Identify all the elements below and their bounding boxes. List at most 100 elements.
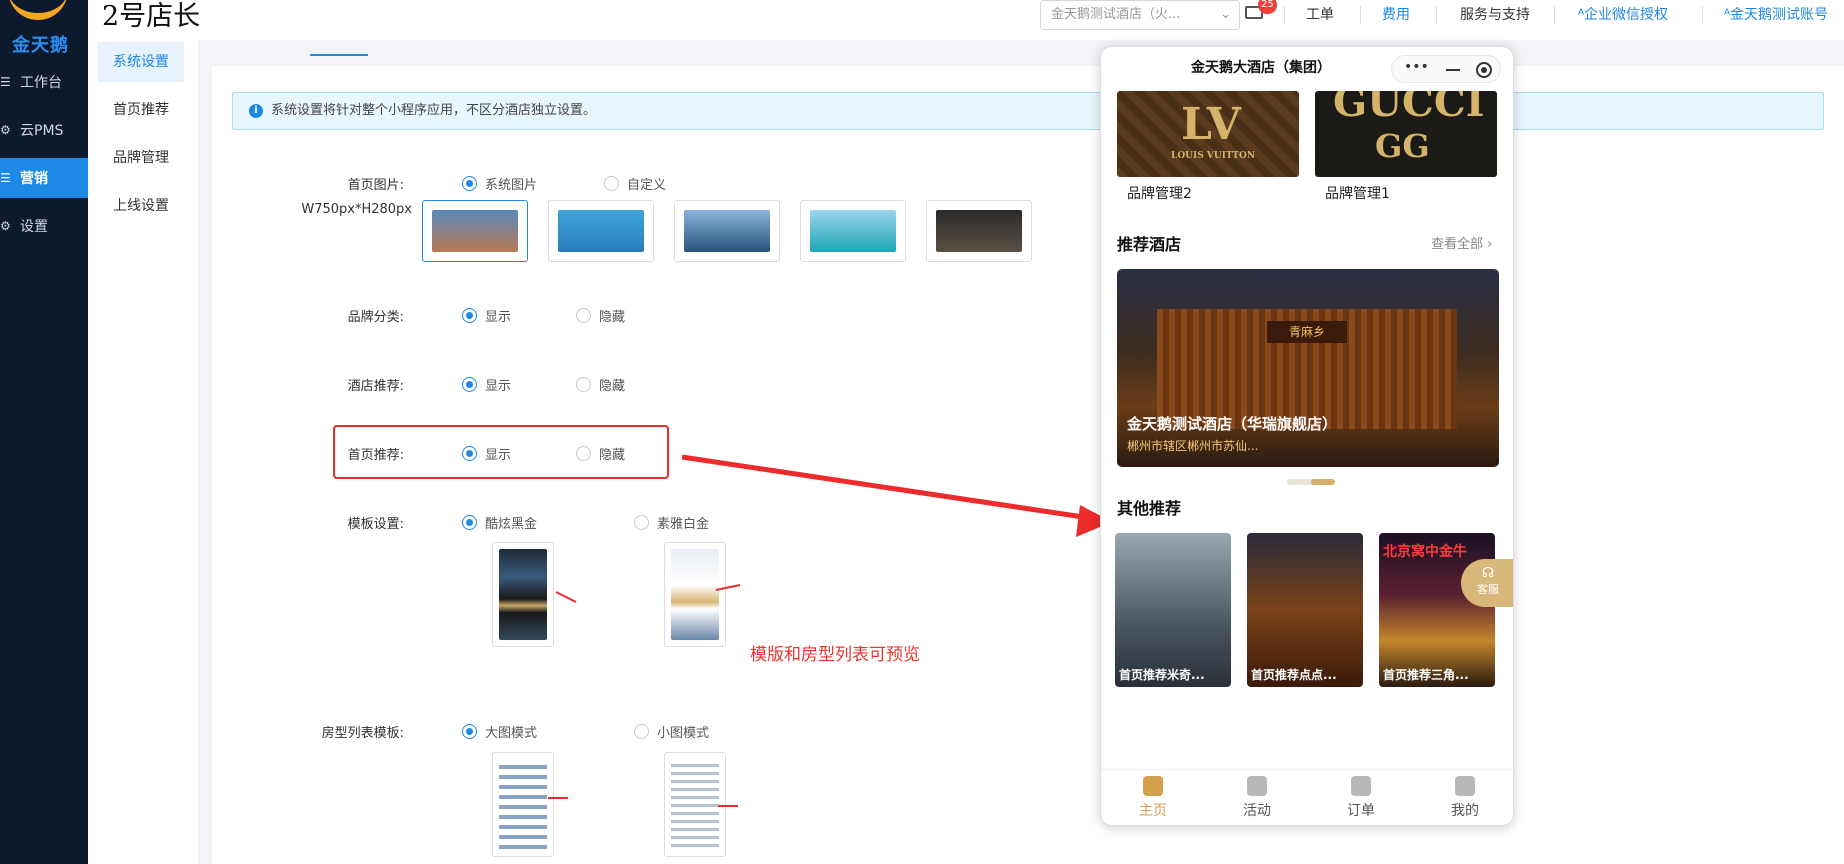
link-fee[interactable]: 费用 <box>1382 4 1410 26</box>
nav-item-cloud-pms[interactable]: ⚙ 云PMS <box>0 110 88 150</box>
hotel-select[interactable]: 金天鹅测试酒店（火... ⌄ <box>1040 0 1240 30</box>
hotel-banner[interactable]: 青麻乡 金天鹅测试酒店（华瑞旗舰店） 郴州市辖区郴州市苏仙... <box>1117 269 1499 467</box>
radio-unchecked-icon <box>634 515 649 530</box>
tab-mine[interactable]: 我的 <box>1425 776 1505 820</box>
tab-activity[interactable]: 活动 <box>1217 776 1297 820</box>
radio-checked-icon <box>462 446 477 461</box>
preview-image <box>499 549 547 640</box>
info-icon: i <box>249 104 263 118</box>
image-thumbnail <box>810 210 896 252</box>
preview-image <box>671 549 719 640</box>
mini-program-capsule: ••• <box>1391 55 1501 83</box>
brand-card-gucci[interactable]: GUCCI GG <box>1315 91 1497 177</box>
hotel-sign: 青麻乡 <box>1267 321 1347 343</box>
message-button[interactable]: 25 <box>1240 0 1277 24</box>
tab-home[interactable]: 主页 <box>1113 776 1193 820</box>
submenu-system-settings[interactable]: 系统设置 <box>98 42 184 82</box>
nav-item-label: 营销 <box>20 171 48 187</box>
radio-brand-hide[interactable]: 隐藏 <box>576 306 625 325</box>
nav-item-settings[interactable]: ⚙ 设置 <box>0 206 88 246</box>
radio-unchecked-icon <box>604 176 619 191</box>
close-target-icon[interactable] <box>1476 62 1492 78</box>
template-label: 模板设置: <box>347 517 404 532</box>
radio-hotel-rec-show[interactable]: 显示 <box>462 375 511 394</box>
home-image-option-3[interactable] <box>674 200 780 262</box>
link-ticket[interactable]: 工单 <box>1306 4 1334 26</box>
submenu-brand-manage[interactable]: 品牌管理 <box>98 138 184 178</box>
radio-home-rec-hide[interactable]: 隐藏 <box>576 444 625 463</box>
link-wechat-auth[interactable]: ᴬ企业微信授权 <box>1578 4 1668 26</box>
radio-big-mode[interactable]: 大图模式 <box>462 722 537 741</box>
other-card-3[interactable]: 北京窝中金牛 首页推荐三角... <box>1379 533 1495 687</box>
logo-swan-icon <box>8 0 68 20</box>
big-mode-preview[interactable] <box>492 752 554 857</box>
app-root: 金天鹅 ☰ 工作台 ⚙ 云PMS ☰ 营销 ⚙ 设置 2号店长 金天鹅测试酒店（… <box>0 0 1844 864</box>
shop-title: 2号店长 <box>102 1 201 32</box>
brand-sub-text: GG <box>1375 127 1430 165</box>
other-card-name: 首页推荐点点... <box>1251 668 1337 682</box>
template-white-preview[interactable] <box>664 542 726 647</box>
top-header: 2号店长 金天鹅测试酒店（火... ⌄ 25 工单 费用 服务与支持 ᴬ企业微信… <box>88 0 1844 40</box>
divider <box>1436 6 1437 24</box>
home-image-option-1[interactable] <box>422 200 528 262</box>
radio-unchecked-icon <box>576 308 591 323</box>
radio-checked-icon <box>462 176 477 191</box>
submenu-online-settings[interactable]: 上线设置 <box>98 186 184 226</box>
radio-system-image[interactable]: 系统图片 <box>462 174 537 193</box>
list-icon: ☰ <box>0 75 11 89</box>
other-card-2[interactable]: 首页推荐点点... <box>1247 533 1363 687</box>
notice-text: 系统设置将针对整个小程序应用，不区分酒店独立设置。 <box>271 103 597 118</box>
brand-name: 品牌管理1 <box>1325 186 1390 202</box>
image-thumbnail <box>432 210 518 252</box>
message-count-badge: 25 <box>1258 0 1277 14</box>
small-mode-preview[interactable] <box>664 752 726 857</box>
home-recommend-label: 首页推荐: <box>347 448 404 463</box>
other-card-1[interactable]: 首页推荐米奇... <box>1115 533 1231 687</box>
tab-orders[interactable]: 订单 <box>1321 776 1401 820</box>
recommend-hotel-title: 推荐酒店 <box>1117 235 1182 254</box>
brand-logo-text: LV <box>1181 99 1241 150</box>
phone-preview: 金天鹅大酒店（集团） ••• LV LOUIS VUITTON GUCCI GG… <box>1100 46 1514 826</box>
link-account[interactable]: ᴬ金天鹅测试账号 <box>1724 4 1828 26</box>
star-icon <box>1247 776 1267 796</box>
customer-service-button[interactable]: ☊ 客服 <box>1461 559 1513 607</box>
home-image-label: 首页图片: <box>347 178 404 193</box>
user-icon <box>1455 776 1475 796</box>
minimize-icon[interactable] <box>1446 69 1460 71</box>
sub-menu: 系统设置 首页推荐 品牌管理 上线设置 <box>88 40 198 864</box>
template-black-preview[interactable] <box>492 542 554 647</box>
submenu-home-recommend[interactable]: 首页推荐 <box>98 90 184 130</box>
active-tab-indicator <box>310 54 368 56</box>
radio-custom-image[interactable]: 自定义 <box>604 174 666 193</box>
left-nav: 金天鹅 ☰ 工作台 ⚙ 云PMS ☰ 营销 ⚙ 设置 <box>0 0 88 864</box>
more-icon[interactable]: ••• <box>1404 59 1429 75</box>
link-support[interactable]: 服务与支持 <box>1460 4 1530 26</box>
brand-card-lv[interactable]: LV LOUIS VUITTON <box>1117 91 1299 177</box>
nav-item-workbench[interactable]: ☰ 工作台 <box>0 62 88 102</box>
radio-home-rec-show[interactable]: 显示 <box>462 444 511 463</box>
hotel-recommend-label: 酒店推荐: <box>347 379 404 394</box>
see-all-link[interactable]: 查看全部 › <box>1431 233 1492 252</box>
nav-item-label: 工作台 <box>20 75 62 91</box>
brand-logo-text: GUCCI <box>1333 91 1485 126</box>
home-image-size: W750px*H280px <box>301 202 412 217</box>
nav-item-marketing[interactable]: ☰ 营销 <box>0 158 88 198</box>
radio-brand-show[interactable]: 显示 <box>462 306 511 325</box>
nav-item-label: 云PMS <box>20 123 64 139</box>
radio-unchecked-icon <box>576 377 591 392</box>
hotel-select-value: 金天鹅测试酒店（火... <box>1051 7 1181 22</box>
radio-unchecked-icon <box>634 724 649 739</box>
order-icon <box>1351 776 1371 796</box>
logo: 金天鹅 <box>0 0 88 56</box>
hotel-address: 郴州市辖区郴州市苏仙... <box>1127 439 1259 453</box>
home-image-option-2[interactable] <box>548 200 654 262</box>
home-image-option-5[interactable] <box>926 200 1032 262</box>
carousel-dots <box>1287 479 1335 485</box>
radio-hotel-rec-hide[interactable]: 隐藏 <box>576 375 625 394</box>
divider <box>1284 6 1285 24</box>
radio-tpl-white[interactable]: 素雅白金 <box>634 513 709 532</box>
radio-small-mode[interactable]: 小图模式 <box>634 722 709 741</box>
other-card-name: 首页推荐米奇... <box>1119 668 1205 682</box>
radio-tpl-black[interactable]: 酷炫黑金 <box>462 513 537 532</box>
home-image-option-4[interactable] <box>800 200 906 262</box>
